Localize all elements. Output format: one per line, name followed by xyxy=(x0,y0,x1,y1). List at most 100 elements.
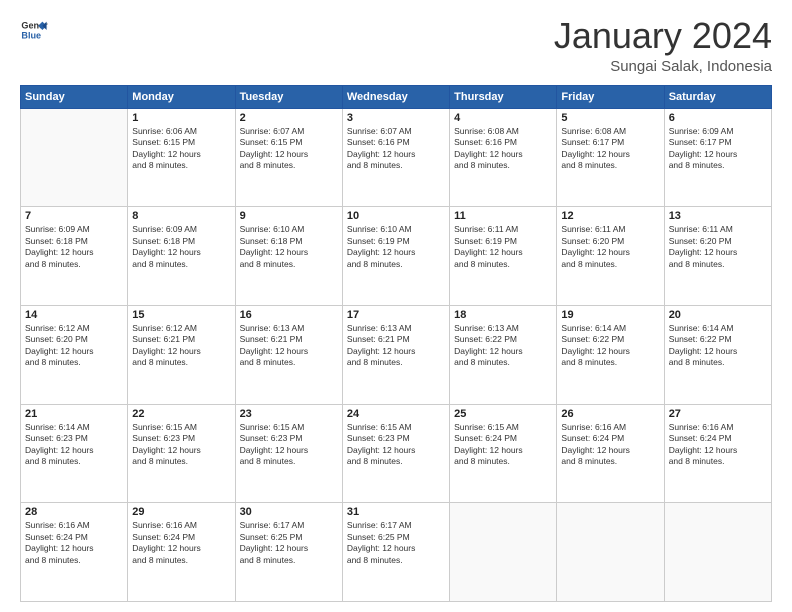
day-number: 1 xyxy=(132,112,230,124)
day-number: 13 xyxy=(669,210,767,222)
day-number: 8 xyxy=(132,210,230,222)
calendar-cell xyxy=(664,503,771,602)
day-info: Sunrise: 6:06 AM Sunset: 6:15 PM Dayligh… xyxy=(132,126,230,172)
day-info: Sunrise: 6:08 AM Sunset: 6:17 PM Dayligh… xyxy=(561,126,659,172)
day-number: 30 xyxy=(240,506,338,518)
day-info: Sunrise: 6:12 AM Sunset: 6:21 PM Dayligh… xyxy=(132,323,230,369)
calendar-cell: 3 Sunrise: 6:07 AM Sunset: 6:16 PM Daylig… xyxy=(342,108,449,207)
title-block: January 2024 Sungai Salak, Indonesia xyxy=(554,16,772,75)
day-info: Sunrise: 6:08 AM Sunset: 6:16 PM Dayligh… xyxy=(454,126,552,172)
day-number: 4 xyxy=(454,112,552,124)
day-info: Sunrise: 6:12 AM Sunset: 6:20 PM Dayligh… xyxy=(25,323,123,369)
day-number: 25 xyxy=(454,408,552,420)
day-info: Sunrise: 6:14 AM Sunset: 6:22 PM Dayligh… xyxy=(561,323,659,369)
day-number: 15 xyxy=(132,309,230,321)
svg-text:Blue: Blue xyxy=(21,30,41,40)
day-info: Sunrise: 6:13 AM Sunset: 6:21 PM Dayligh… xyxy=(347,323,445,369)
calendar-cell: 28 Sunrise: 6:16 AM Sunset: 6:24 PM Dayli… xyxy=(21,503,128,602)
day-number: 28 xyxy=(25,506,123,518)
calendar-cell: 20 Sunrise: 6:14 AM Sunset: 6:22 PM Dayli… xyxy=(664,305,771,404)
day-number: 19 xyxy=(561,309,659,321)
day-number: 9 xyxy=(240,210,338,222)
calendar-cell: 24Sunrise: 6:15 AM Sunset: 6:23 PM Dayli… xyxy=(342,404,449,503)
day-info: Sunrise: 6:09 AM Sunset: 6:17 PM Dayligh… xyxy=(669,126,767,172)
calendar-cell: 14Sunrise: 6:12 AM Sunset: 6:20 PM Dayli… xyxy=(21,305,128,404)
day-info: Sunrise: 6:10 AM Sunset: 6:18 PM Dayligh… xyxy=(240,224,338,270)
weekday-header-tuesday: Tuesday xyxy=(235,85,342,108)
calendar-cell: 26Sunrise: 6:16 AM Sunset: 6:24 PM Dayli… xyxy=(557,404,664,503)
weekday-header-thursday: Thursday xyxy=(450,85,557,108)
calendar-cell: 12 Sunrise: 6:11 AM Sunset: 6:20 PM Dayli… xyxy=(557,207,664,306)
day-info: Sunrise: 6:07 AM Sunset: 6:15 PM Dayligh… xyxy=(240,126,338,172)
calendar-cell: 29Sunrise: 6:16 AM Sunset: 6:24 PM Dayli… xyxy=(128,503,235,602)
week-row-4: 21Sunrise: 6:14 AM Sunset: 6:23 PM Dayli… xyxy=(21,404,772,503)
day-info: Sunrise: 6:15 AM Sunset: 6:24 PM Dayligh… xyxy=(454,422,552,468)
day-info: Sunrise: 6:16 AM Sunset: 6:24 PM Dayligh… xyxy=(132,520,230,566)
weekday-header-row: SundayMondayTuesdayWednesdayThursdayFrid… xyxy=(21,85,772,108)
calendar-cell: 6Sunrise: 6:09 AM Sunset: 6:17 PM Daylig… xyxy=(664,108,771,207)
day-number: 22 xyxy=(132,408,230,420)
day-info: Sunrise: 6:15 AM Sunset: 6:23 PM Dayligh… xyxy=(132,422,230,468)
calendar-cell xyxy=(21,108,128,207)
day-info: Sunrise: 6:15 AM Sunset: 6:23 PM Dayligh… xyxy=(347,422,445,468)
calendar-cell: 11 Sunrise: 6:11 AM Sunset: 6:19 PM Dayli… xyxy=(450,207,557,306)
calendar-cell: 25 Sunrise: 6:15 AM Sunset: 6:24 PM Dayli… xyxy=(450,404,557,503)
day-info: Sunrise: 6:11 AM Sunset: 6:20 PM Dayligh… xyxy=(669,224,767,270)
day-info: Sunrise: 6:17 AM Sunset: 6:25 PM Dayligh… xyxy=(347,520,445,566)
week-row-5: 28 Sunrise: 6:16 AM Sunset: 6:24 PM Dayli… xyxy=(21,503,772,602)
day-number: 18 xyxy=(454,309,552,321)
weekday-header-saturday: Saturday xyxy=(664,85,771,108)
day-number: 20 xyxy=(669,309,767,321)
day-info: Sunrise: 6:09 AM Sunset: 6:18 PM Dayligh… xyxy=(25,224,123,270)
calendar-cell: 18 Sunrise: 6:13 AM Sunset: 6:22 PM Dayli… xyxy=(450,305,557,404)
day-info: Sunrise: 6:13 AM Sunset: 6:22 PM Dayligh… xyxy=(454,323,552,369)
day-info: Sunrise: 6:16 AM Sunset: 6:24 PM Dayligh… xyxy=(25,520,123,566)
calendar-cell xyxy=(450,503,557,602)
header: General Blue January 2024 Sungai Salak, … xyxy=(20,16,772,75)
page: General Blue January 2024 Sungai Salak, … xyxy=(0,0,792,612)
calendar-cell: 23Sunrise: 6:15 AM Sunset: 6:23 PM Dayli… xyxy=(235,404,342,503)
week-row-1: 1 Sunrise: 6:06 AM Sunset: 6:15 PM Daylig… xyxy=(21,108,772,207)
day-info: Sunrise: 6:14 AM Sunset: 6:23 PM Dayligh… xyxy=(25,422,123,468)
calendar-cell: 15 Sunrise: 6:12 AM Sunset: 6:21 PM Dayli… xyxy=(128,305,235,404)
day-number: 3 xyxy=(347,112,445,124)
day-info: Sunrise: 6:17 AM Sunset: 6:25 PM Dayligh… xyxy=(240,520,338,566)
day-number: 12 xyxy=(561,210,659,222)
day-number: 2 xyxy=(240,112,338,124)
day-info: Sunrise: 6:10 AM Sunset: 6:19 PM Dayligh… xyxy=(347,224,445,270)
calendar-cell: 8Sunrise: 6:09 AM Sunset: 6:18 PM Daylig… xyxy=(128,207,235,306)
month-title: January 2024 xyxy=(554,16,772,56)
day-info: Sunrise: 6:11 AM Sunset: 6:19 PM Dayligh… xyxy=(454,224,552,270)
calendar-table: SundayMondayTuesdayWednesdayThursdayFrid… xyxy=(20,85,772,602)
weekday-header-sunday: Sunday xyxy=(21,85,128,108)
calendar-cell: 13 Sunrise: 6:11 AM Sunset: 6:20 PM Dayli… xyxy=(664,207,771,306)
calendar-cell: 16 Sunrise: 6:13 AM Sunset: 6:21 PM Dayli… xyxy=(235,305,342,404)
weekday-header-monday: Monday xyxy=(128,85,235,108)
day-info: Sunrise: 6:14 AM Sunset: 6:22 PM Dayligh… xyxy=(669,323,767,369)
calendar-cell: 4 Sunrise: 6:08 AM Sunset: 6:16 PM Daylig… xyxy=(450,108,557,207)
calendar-cell: 2 Sunrise: 6:07 AM Sunset: 6:15 PM Daylig… xyxy=(235,108,342,207)
day-info: Sunrise: 6:16 AM Sunset: 6:24 PM Dayligh… xyxy=(669,422,767,468)
week-row-2: 7 Sunrise: 6:09 AM Sunset: 6:18 PM Daylig… xyxy=(21,207,772,306)
day-info: Sunrise: 6:11 AM Sunset: 6:20 PM Dayligh… xyxy=(561,224,659,270)
calendar-cell: 17Sunrise: 6:13 AM Sunset: 6:21 PM Dayli… xyxy=(342,305,449,404)
calendar-cell: 5 Sunrise: 6:08 AM Sunset: 6:17 PM Daylig… xyxy=(557,108,664,207)
day-info: Sunrise: 6:13 AM Sunset: 6:21 PM Dayligh… xyxy=(240,323,338,369)
logo-icon: General Blue xyxy=(20,16,48,44)
logo: General Blue xyxy=(20,16,48,44)
day-number: 16 xyxy=(240,309,338,321)
day-number: 10 xyxy=(347,210,445,222)
weekday-header-friday: Friday xyxy=(557,85,664,108)
day-number: 5 xyxy=(561,112,659,124)
day-info: Sunrise: 6:07 AM Sunset: 6:16 PM Dayligh… xyxy=(347,126,445,172)
calendar-cell: 27 Sunrise: 6:16 AM Sunset: 6:24 PM Dayli… xyxy=(664,404,771,503)
weekday-header-wednesday: Wednesday xyxy=(342,85,449,108)
day-number: 23 xyxy=(240,408,338,420)
day-number: 31 xyxy=(347,506,445,518)
day-number: 27 xyxy=(669,408,767,420)
day-number: 11 xyxy=(454,210,552,222)
day-number: 26 xyxy=(561,408,659,420)
calendar-cell: 7 Sunrise: 6:09 AM Sunset: 6:18 PM Daylig… xyxy=(21,207,128,306)
calendar-cell: 10 Sunrise: 6:10 AM Sunset: 6:19 PM Dayli… xyxy=(342,207,449,306)
day-number: 7 xyxy=(25,210,123,222)
